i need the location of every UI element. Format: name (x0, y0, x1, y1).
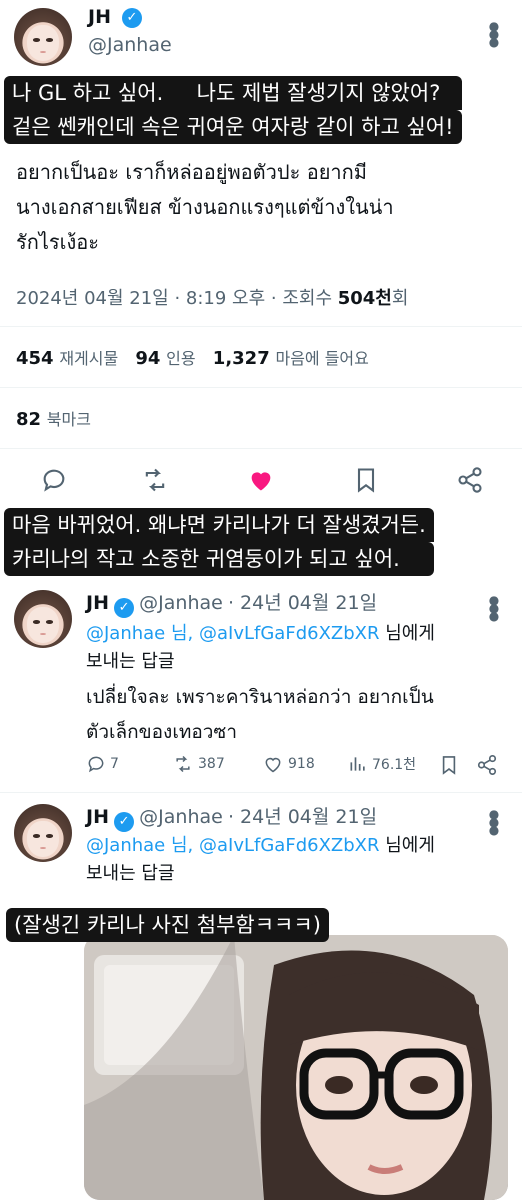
display-name[interactable]: JH (86, 806, 109, 828)
bookmark-icon[interactable] (440, 754, 458, 776)
retweet-count: 387 (198, 756, 225, 772)
divider (0, 326, 522, 327)
like-count[interactable]: 1,327 (213, 348, 270, 369)
reply-date[interactable]: · 24년 04월 21일 (228, 806, 377, 828)
retweet-button[interactable]: 387 (172, 754, 225, 774)
caption-line: 카리나의 작고 소중한 귀염둥이가 되고 싶어. (4, 542, 434, 576)
reply-header: JH ✓ @Janhae · 24년 04월 21일 (86, 588, 377, 618)
mention-link[interactable]: @aIvLfGaFd6XZbXR (199, 835, 380, 856)
share-icon[interactable] (476, 754, 498, 776)
divider (0, 792, 522, 793)
reply-icon (88, 756, 104, 773)
heart-icon[interactable] (246, 466, 276, 494)
display-name[interactable]: JH (86, 592, 109, 614)
caption-line: 마음 바뀌었어. 왜냐면 카리나가 더 잘생겼거든. (4, 508, 434, 542)
retweet-icon[interactable] (140, 466, 170, 494)
reply-count: 7 (110, 756, 119, 772)
reply-to: @Janhae 님, @aIvLfGaFd6XZbXR 님에게 보내는 답글 (86, 832, 516, 888)
retweet-label[interactable]: 재게시물 (59, 349, 118, 368)
caption-overlay: (잘생긴 카리나 사진 첨부함ㅋㅋㅋ) (6, 908, 329, 942)
caption-overlay: 나 GL 하고 싶어. 나도 제법 잘생기지 않았어? 겉은 쎈캐인데 속은 귀… (4, 76, 462, 144)
retweet-count[interactable]: 454 (16, 348, 54, 369)
view-suffix: 회 (391, 288, 409, 309)
mention-link[interactable]: @aIvLfGaFd6XZbXR (199, 623, 380, 644)
photo-illustration (84, 935, 508, 1200)
reply-to-line: 보내는 답글 (86, 651, 175, 672)
reply-date[interactable]: · 24년 04월 21일 (228, 592, 377, 614)
bookmark-icon[interactable] (354, 466, 378, 494)
attached-photo[interactable] (84, 935, 508, 1200)
action-bar (0, 462, 522, 498)
more-options-icon[interactable]: ● ● ● (488, 808, 500, 836)
like-button[interactable]: 918 (262, 754, 315, 774)
caption-line: 나 GL 하고 싶어. 나도 제법 잘생기지 않았어? (4, 76, 462, 110)
tweet-text-line: ตัวเล็กของเทอวซา (86, 721, 237, 743)
more-options-icon[interactable]: ● ● ● (488, 20, 500, 48)
mention-link[interactable]: @Janhae 님, (86, 623, 193, 644)
mention-link[interactable]: @Janhae 님, (86, 835, 193, 856)
reply-header: JH ✓ @Janhae · 24년 04월 21일 (86, 802, 377, 832)
caption-overlay: 마음 바뀌었어. 왜냐면 카리나가 더 잘생겼거든. 카리나의 작고 소중한 귀… (4, 508, 434, 576)
display-name[interactable]: JH (88, 6, 111, 28)
stats-row: 454 재게시물 94 인용 1,327 마음에 들어요 (16, 345, 369, 369)
reply-to-suffix: 님에게 (385, 835, 435, 856)
divider (0, 387, 522, 388)
verified-badge-icon: ✓ (122, 8, 142, 28)
share-icon[interactable] (456, 466, 484, 494)
retweet-icon (176, 755, 190, 773)
tweet-text: เปลี่ยใจละ เพราะคารินาหล่อกว่า อยากเป็น … (86, 680, 516, 750)
more-options-icon[interactable]: ● ● ● (488, 594, 500, 622)
heart-icon (265, 757, 281, 773)
reply-icon[interactable] (40, 466, 68, 494)
tweet-text: อยากเป็นอะ เราก็หล่ออยู่พอตัวปะ อยากมี น… (16, 155, 516, 260)
tweet-text-line: เปลี่ยใจละ เพราะคารินาหล่อกว่า อยากเป็น (86, 686, 434, 708)
reply-to: @Janhae 님, @aIvLfGaFd6XZbXR 님에게 보내는 답글 (86, 620, 516, 676)
tweet-meta: 2024년 04월 21일 · 8:19 오후 · 조회수 504천회 (16, 284, 408, 310)
bookmark-label[interactable]: 북마크 (47, 410, 91, 429)
avatar[interactable] (14, 8, 72, 66)
timestamp[interactable]: 2024년 04월 21일 · 8:19 오후 · 조회수 (16, 288, 338, 309)
views-icon (350, 757, 365, 771)
verified-badge-icon: ✓ (114, 598, 135, 618)
tweet-text-line: อยากเป็นอะ เราก็หล่ออยู่พอตัวปะ อยากมี (16, 160, 367, 184)
like-label[interactable]: 마음에 들어요 (275, 349, 368, 368)
verified-badge-icon: ✓ (114, 812, 135, 832)
bookmark-count[interactable]: 82 (16, 409, 41, 430)
tweet-text-line: รักไรเง้อะ (16, 230, 100, 254)
reply-to-line: 보내는 답글 (86, 863, 175, 884)
like-count: 918 (288, 756, 315, 772)
bookmark-row: 82 북마크 (16, 406, 91, 430)
divider (0, 448, 522, 449)
handle[interactable]: @Janhae (139, 806, 223, 828)
quote-count[interactable]: 94 (135, 348, 160, 369)
avatar[interactable] (14, 804, 72, 862)
view-count: 504천 (337, 288, 392, 309)
tweet-text-line: นางเอกสายเฟียส ข้างนอกแรงๆแต่ข้างในน่า (16, 195, 394, 219)
reply-button[interactable]: 7 (86, 754, 119, 774)
handle[interactable]: @Janhae (139, 592, 223, 614)
handle[interactable]: @Janhae (88, 34, 172, 56)
avatar[interactable] (14, 590, 72, 648)
quote-label[interactable]: 인용 (166, 349, 195, 368)
views-count: 76.1천 (372, 757, 417, 773)
caption-line: 겉은 쎈캐인데 속은 귀여운 여자랑 같이 하고 싶어! (4, 110, 462, 144)
views-button[interactable]: 76.1천 (348, 754, 416, 774)
reply-action-bar: 7 387 918 76.1천 (86, 754, 516, 780)
reply-to-suffix: 님에게 (385, 623, 435, 644)
